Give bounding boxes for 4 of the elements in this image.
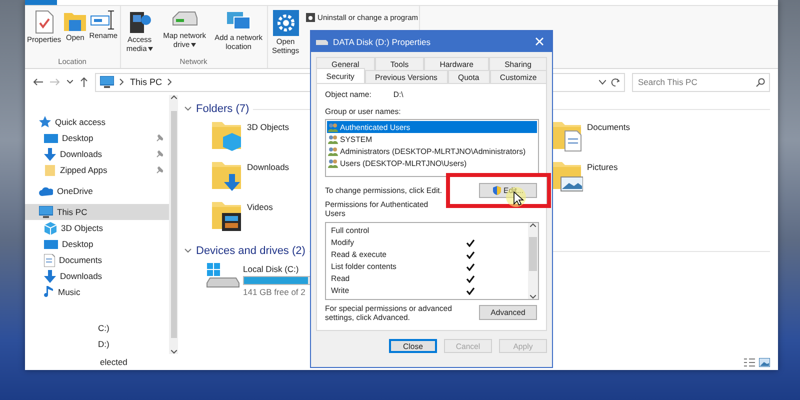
- address-path: This PC: [130, 77, 162, 87]
- drive-free-space: 141 GB free of 2: [243, 287, 306, 297]
- status-text: elected: [100, 357, 128, 367]
- dialog-title: DATA Disk (D:) Properties: [333, 36, 432, 46]
